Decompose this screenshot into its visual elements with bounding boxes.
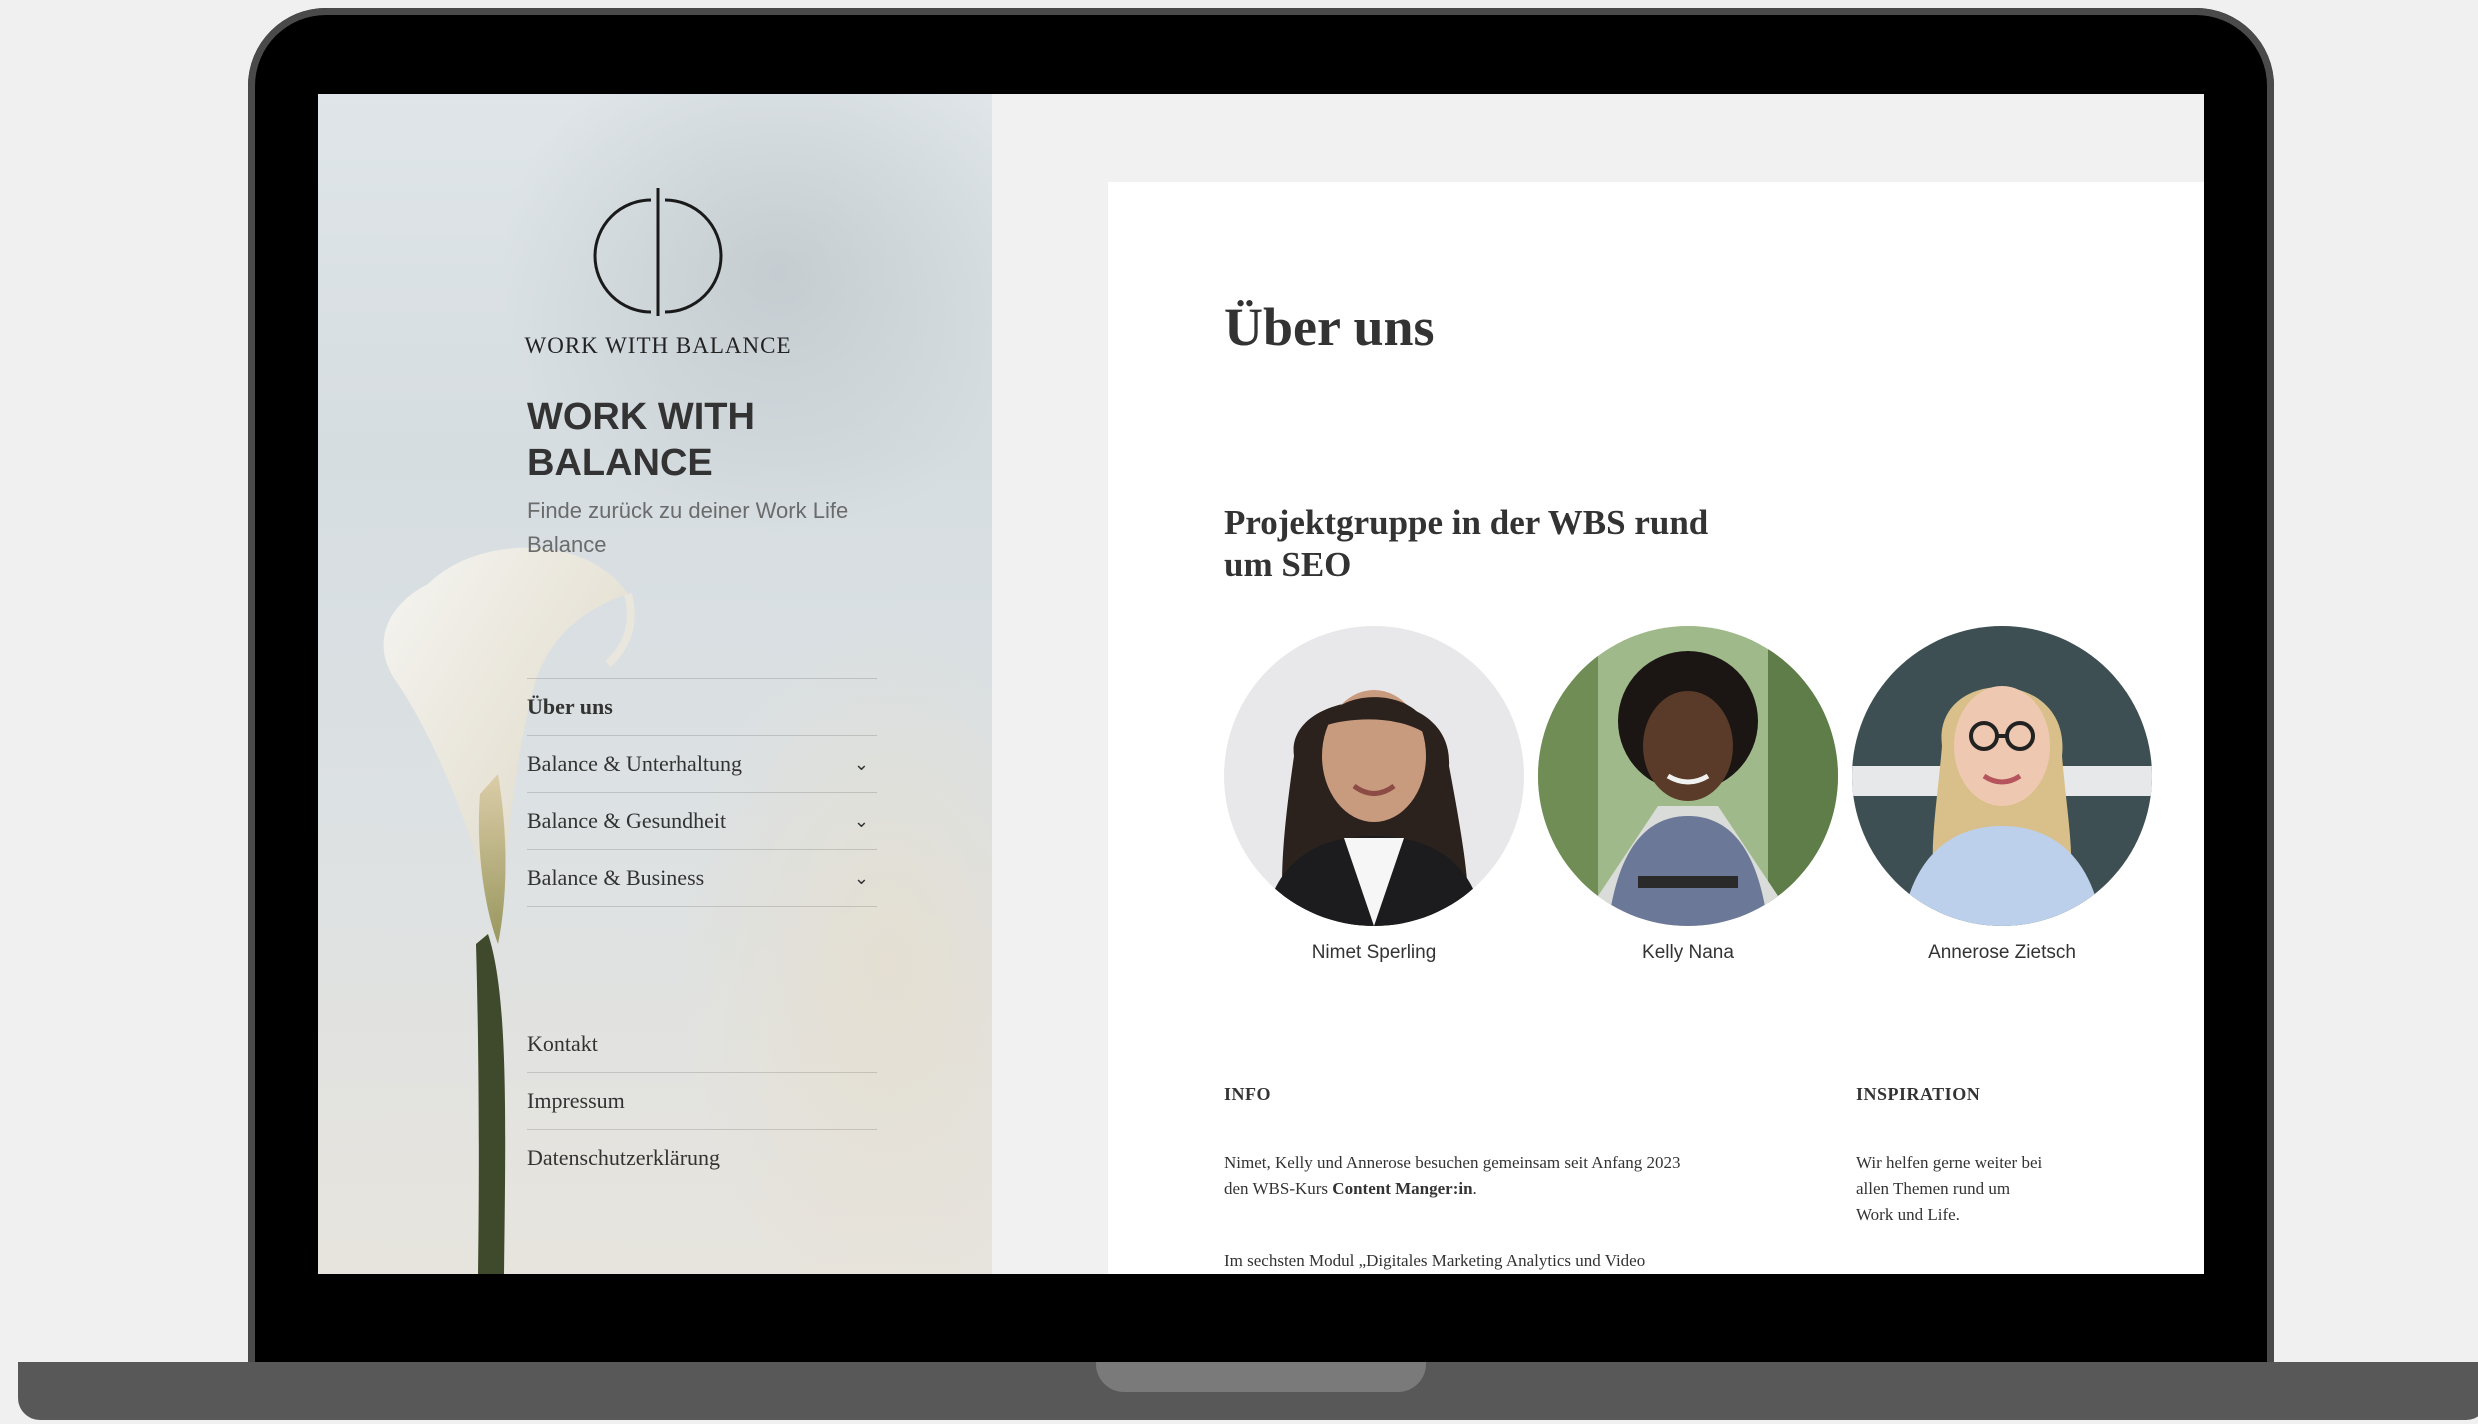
- logo-mark-icon: [593, 188, 723, 316]
- team-member: Annerose Zietsch: [1852, 626, 2152, 964]
- avatar[interactable]: [1538, 626, 1838, 926]
- course-name: Content Manger:in: [1332, 1179, 1473, 1198]
- team-member: Kelly Nana: [1538, 626, 1838, 964]
- nav-item-label: Kontakt: [527, 1031, 598, 1056]
- nav-item-label: Balance & Business: [527, 865, 705, 890]
- avatar[interactable]: [1224, 626, 1524, 926]
- info-paragraph-2: Im sechsten Modul „Digitales Marketing A…: [1224, 1251, 1646, 1270]
- nav-item-balance-gesundheit[interactable]: Balance & Gesundheit ⌄: [527, 792, 877, 849]
- nav-item-label: Impressum: [527, 1088, 625, 1113]
- nav-item-kontakt[interactable]: Kontakt: [527, 1016, 877, 1072]
- portrait-image: [1224, 626, 1524, 926]
- avatar[interactable]: [1852, 626, 2152, 926]
- main-content: Über uns Projektgruppe in der WBS rund u…: [1108, 182, 2204, 1274]
- nav-item-label: Datenschutzerklärung: [527, 1145, 721, 1170]
- footer-navigation: Kontakt Impressum Datenschutzerklärung: [527, 1016, 877, 1186]
- inspiration-heading: INSPIRATION: [1856, 1084, 1981, 1104]
- info-text-part: .: [1472, 1179, 1477, 1198]
- member-name: Nimet Sperling: [1311, 942, 1437, 963]
- member-name: Annerose Zietsch: [1928, 942, 2076, 963]
- logo-text: WORK WITH BALANCE: [524, 333, 792, 358]
- chevron-down-icon[interactable]: ⌄: [854, 868, 869, 889]
- nav-item-ueber-uns[interactable]: Über uns: [527, 678, 877, 735]
- nav-item-label: Über uns: [527, 694, 613, 719]
- chevron-down-icon[interactable]: ⌄: [854, 811, 869, 832]
- section-subtitle: Projektgruppe in der WBS rund um SEO: [1224, 503, 1709, 584]
- main-navigation: Über uns Balance & Unterhaltung ⌄ Balanc…: [527, 678, 877, 907]
- site-title[interactable]: WORK WITH BALANCE: [527, 394, 867, 486]
- nav-item-label: Balance & Unterhaltung: [527, 751, 743, 776]
- info-paragraph: Nimet, Kelly und Annerose besuchen gemei…: [1224, 1150, 1694, 1202]
- nav-item-label: Balance & Gesundheit: [527, 808, 727, 833]
- browser-viewport: WORK WITH BALANCE WORK WITH BALANCE Find…: [318, 94, 2204, 1274]
- nav-item-balance-unterhaltung[interactable]: Balance & Unterhaltung ⌄: [527, 735, 877, 792]
- inspiration-text: Wir helfen gerne weiter bei allen Themen…: [1856, 1153, 2043, 1224]
- nav-item-datenschutz[interactable]: Datenschutzerklärung: [527, 1129, 877, 1186]
- chevron-down-icon[interactable]: ⌄: [854, 754, 869, 775]
- site-description: Finde zurück zu deiner Work Life Balance: [527, 498, 849, 557]
- portrait-image: [1852, 626, 2152, 926]
- nav-item-impressum[interactable]: Impressum: [527, 1072, 877, 1129]
- sidebar: WORK WITH BALANCE WORK WITH BALANCE Find…: [318, 94, 992, 1274]
- member-name: Kelly Nana: [1642, 942, 1734, 963]
- portrait-image: [1538, 626, 1838, 926]
- page-title: Über uns: [1224, 297, 1435, 357]
- laptop-notch: [1096, 1362, 1426, 1392]
- team-gallery: Nimet Sperling Kelly Nana Annerose Ziets…: [1224, 626, 2164, 963]
- team-member: Nimet Sperling: [1224, 626, 1524, 964]
- site-logo[interactable]: WORK WITH BALANCE: [513, 182, 803, 359]
- info-heading: INFO: [1224, 1084, 1271, 1104]
- nav-item-balance-business[interactable]: Balance & Business ⌄: [527, 849, 877, 907]
